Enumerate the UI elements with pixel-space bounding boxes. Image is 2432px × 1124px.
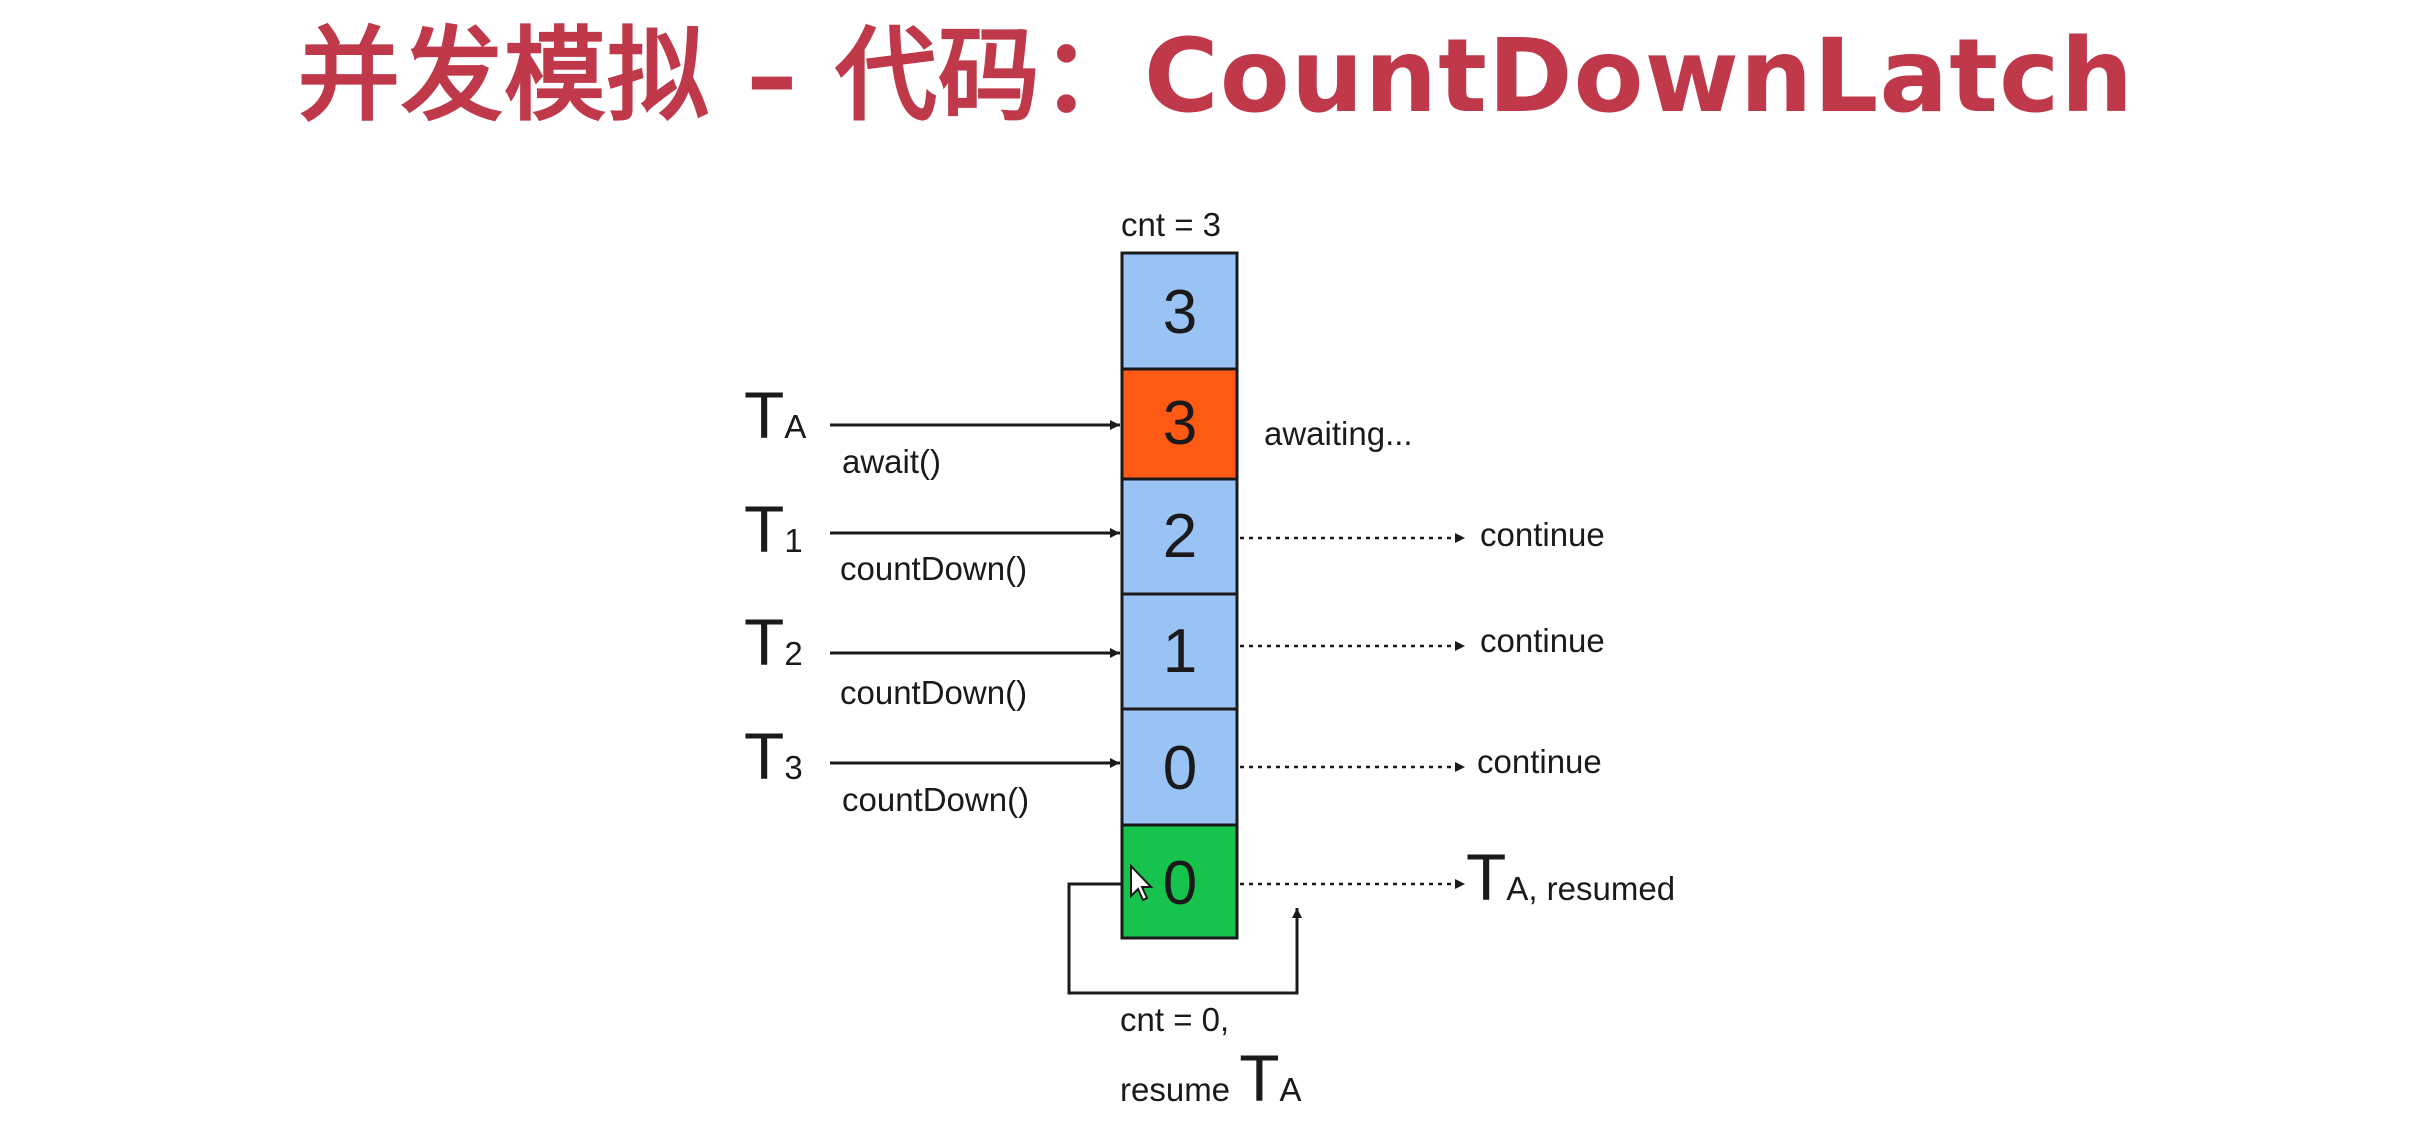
thread-3-label: T3 bbox=[744, 719, 803, 793]
cell-0-value: 3 bbox=[1163, 278, 1197, 347]
bottom-count-label: cnt = 0, bbox=[1120, 1001, 1229, 1038]
cell-0: 3 bbox=[1120, 251, 1239, 371]
countdown-call-label-3: countDown() bbox=[842, 781, 1029, 818]
continue-row-1: continue bbox=[1240, 516, 1605, 553]
cell-1-value: 3 bbox=[1163, 389, 1197, 458]
cell-3: 1 bbox=[1120, 592, 1239, 711]
thread-a: TA await() bbox=[744, 378, 1120, 480]
cell-4: 0 bbox=[1120, 707, 1239, 827]
thread-1: T1 countDown() bbox=[744, 492, 1120, 587]
continue-label-1: continue bbox=[1480, 516, 1605, 553]
continue-row-3: continue bbox=[1240, 743, 1602, 780]
await-call-label: await() bbox=[842, 443, 941, 480]
resumed-row: TA, resumed bbox=[1240, 840, 1675, 914]
thread-a-label: TA bbox=[744, 378, 806, 452]
awaiting-label: awaiting... bbox=[1264, 415, 1413, 452]
cell-2-value: 2 bbox=[1163, 502, 1197, 571]
thread-1-label: T1 bbox=[744, 492, 803, 566]
cell-3-value: 1 bbox=[1163, 617, 1197, 686]
thread-2-label: T2 bbox=[744, 605, 803, 679]
countdownlatch-diagram: cnt = 3 3 3 2 1 0 0 TA await() T1 countD… bbox=[744, 206, 1675, 1115]
cell-2: 2 bbox=[1120, 477, 1239, 596]
cell-5-value: 0 bbox=[1163, 849, 1197, 918]
countdown-call-label-1: countDown() bbox=[840, 550, 1027, 587]
continue-label-3: continue bbox=[1477, 743, 1602, 780]
resumed-label: TA, resumed bbox=[1466, 840, 1675, 914]
cell-4-value: 0 bbox=[1163, 734, 1197, 803]
resume-ta-label: resume TA bbox=[1120, 1041, 1302, 1115]
continue-label-2: continue bbox=[1480, 622, 1605, 659]
cell-1: 3 bbox=[1120, 367, 1239, 481]
top-count-label: cnt = 3 bbox=[1121, 206, 1221, 243]
thread-2: T2 countDown() bbox=[744, 605, 1120, 711]
countdown-call-label-2: countDown() bbox=[840, 674, 1027, 711]
continue-row-2: continue bbox=[1240, 622, 1605, 659]
thread-3: T3 countDown() bbox=[744, 719, 1120, 818]
